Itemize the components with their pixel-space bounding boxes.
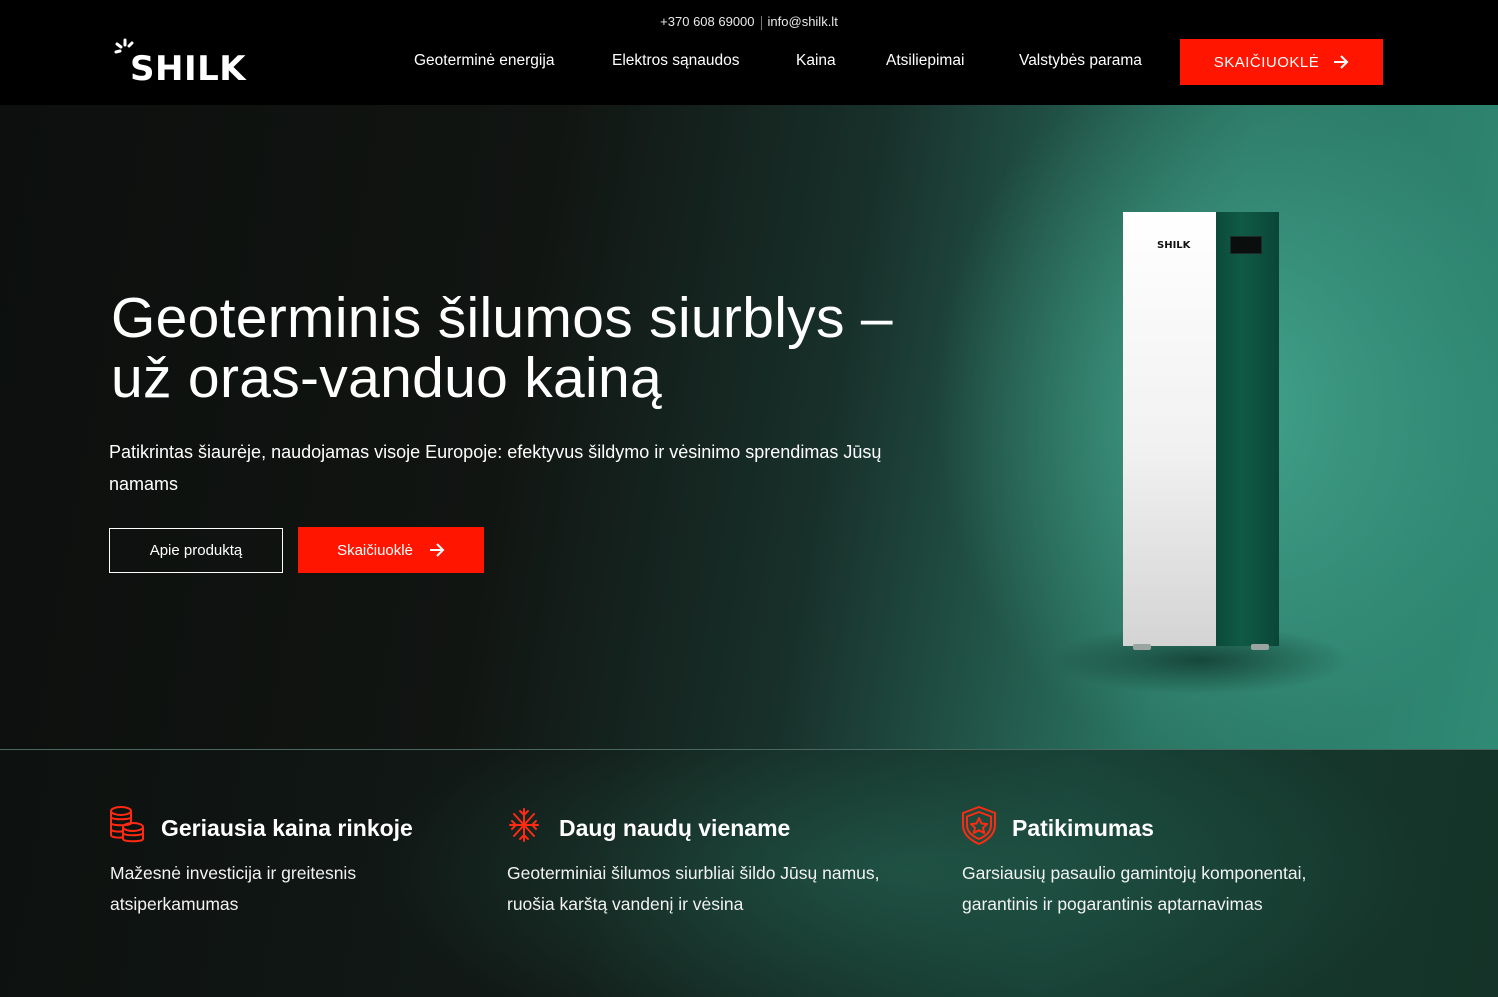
feature-text: Garsiausių pasaulio gamintojų komponenta… xyxy=(962,863,1307,914)
hero-subtitle: Patikrintas šiaurėje, naudojamas visoje … xyxy=(109,442,882,494)
arrow-right-icon xyxy=(1334,55,1349,69)
product-foot xyxy=(1133,644,1151,650)
hero-calculator-label: Skaičiuoklė xyxy=(337,541,413,559)
product-side-panel xyxy=(1216,212,1279,646)
feature-title: Patikimumas xyxy=(1012,815,1154,841)
sun-snowflake-icon xyxy=(509,808,539,842)
product-logo: SHILK xyxy=(1157,240,1191,251)
contact-divider xyxy=(760,15,762,30)
hero-section: Geoterminis šilumos siurblys – už oras-v… xyxy=(0,105,1498,749)
header-calculator-button[interactable]: SKAIČIUOKLĖ xyxy=(1180,39,1383,85)
nav-geotermine-energija[interactable]: Geoterminė energija xyxy=(414,52,554,70)
feature-title: Daug naudų viename xyxy=(559,815,791,841)
coins-stack-icon xyxy=(110,806,144,843)
product-display xyxy=(1230,236,1262,254)
nav-atsiliepimai[interactable]: Atsiliepimai xyxy=(886,52,964,70)
contact-bar: +370 608 69000 info@shilk.lt xyxy=(0,14,1498,30)
hero-title-line1: Geoterminis šilumos siurblys – xyxy=(111,286,893,350)
nav-elektros-sanaudos[interactable]: Elektros sąnaudos xyxy=(612,52,740,70)
hero-title: Geoterminis šilumos siurblys – už oras-v… xyxy=(111,288,931,408)
feature-text: Mažesnė investicija ir greitesnis atsipe… xyxy=(110,863,357,914)
hero-calculator-button[interactable]: Skaičiuoklė xyxy=(298,527,484,573)
heat-pump-product-image: SHILK xyxy=(1123,212,1279,650)
product-front-panel xyxy=(1123,212,1216,646)
feature-text: Geoterminiai šilumos siurbliai šildo Jūs… xyxy=(507,863,880,914)
email-link[interactable]: info@shilk.lt xyxy=(768,14,838,29)
features-section: Geriausia kaina rinkoje Mažesnė investic… xyxy=(0,749,1498,997)
shield-star-icon xyxy=(962,806,996,845)
product-foot xyxy=(1251,644,1269,650)
arrow-right-icon xyxy=(429,543,445,557)
header-calculator-label: SKAIČIUOKLĖ xyxy=(1213,53,1320,71)
nav-kaina[interactable]: Kaina xyxy=(796,52,836,70)
nav-valstybes-parama[interactable]: Valstybės parama xyxy=(1019,52,1142,70)
about-product-button[interactable]: Apie produktą xyxy=(109,528,283,573)
phone-link[interactable]: +370 608 69000 xyxy=(660,14,754,29)
feature-title: Geriausia kaina rinkoje xyxy=(161,815,413,841)
hero-title-line2: už oras-vanduo kainą xyxy=(111,346,663,410)
site-header: +370 608 69000 info@shilk.lt SHILK Geoter… xyxy=(0,0,1498,105)
